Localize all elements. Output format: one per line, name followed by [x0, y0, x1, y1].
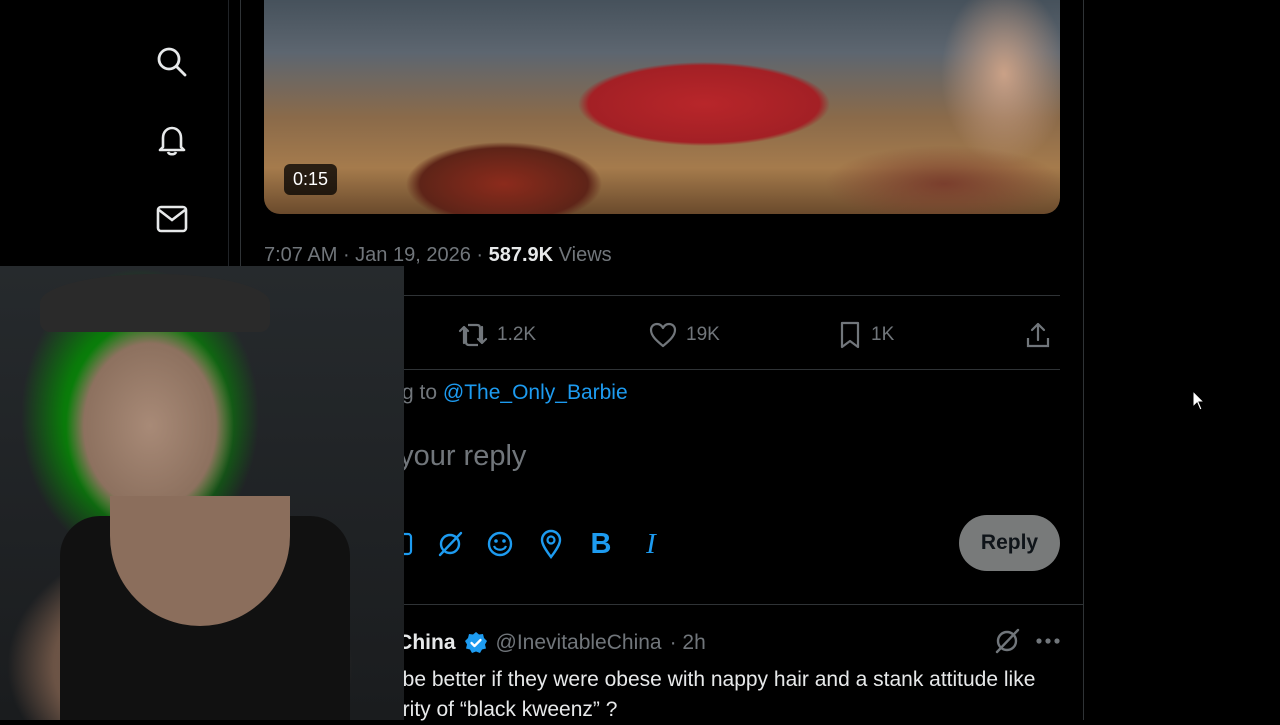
heart-icon	[649, 322, 677, 348]
reply-text: t be better if they were obese with napp…	[391, 665, 1061, 725]
mouse-cursor-icon	[1192, 390, 1206, 411]
video-duration: 0:15	[284, 164, 338, 195]
emoji-icon[interactable]	[480, 524, 520, 564]
notifications-bell-icon[interactable]	[152, 120, 192, 160]
bookmark-action[interactable]: 1K	[837, 314, 894, 356]
reply-text-line: ority of “black kweenz” ?	[391, 698, 618, 721]
messages-mail-icon[interactable]	[152, 199, 192, 239]
views-label: Views	[558, 244, 612, 266]
repost-count: 1.2K	[497, 324, 537, 345]
reply-handle[interactable]: @InevitableChina	[496, 631, 662, 655]
share-upload-icon	[1026, 322, 1050, 348]
reply-header: ble China @InevitableChina · 2h	[361, 631, 706, 655]
grok-icon[interactable]	[430, 524, 470, 564]
replying-to-handle[interactable]: @The_Only_Barbie	[443, 381, 628, 404]
like-action[interactable]: 19K	[648, 314, 720, 356]
reply-button[interactable]: Reply	[959, 515, 1060, 571]
verified-badge-icon	[464, 632, 487, 653]
reply-tools	[993, 627, 1061, 655]
tweet-meta: 7:07 AM · Jan 19, 2026 · 587.9K Views	[264, 244, 612, 266]
tweet-time[interactable]: 7:07 AM	[264, 244, 337, 266]
tweet-date[interactable]: Jan 19, 2026	[355, 244, 471, 266]
bookmark-icon	[840, 321, 860, 349]
reply-text-line: t be better if they were obese with napp…	[391, 668, 1036, 691]
webcam-hat	[40, 274, 270, 332]
share-action[interactable]	[1024, 314, 1052, 356]
tweet-video[interactable]: 0:15	[264, 0, 1060, 214]
grok-icon[interactable]	[993, 627, 1021, 655]
webcam-overlay	[0, 266, 404, 720]
bold-format-button[interactable]: B	[581, 524, 621, 564]
bookmark-count: 1K	[871, 324, 895, 345]
repost-action[interactable]: 1.2K	[457, 314, 536, 356]
like-count: 19K	[686, 324, 720, 345]
search-icon[interactable]	[152, 42, 192, 82]
location-pin-icon[interactable]	[531, 524, 571, 564]
reply-time[interactable]: · 2h	[670, 631, 706, 655]
views-count: 587.9K	[488, 244, 554, 266]
italic-format-button[interactable]: I	[631, 524, 671, 564]
more-options-icon[interactable]	[1035, 637, 1061, 645]
repost-icon	[458, 323, 488, 347]
left-nav	[0, 0, 228, 266]
explore-grid-icon[interactable]	[152, 0, 192, 18]
